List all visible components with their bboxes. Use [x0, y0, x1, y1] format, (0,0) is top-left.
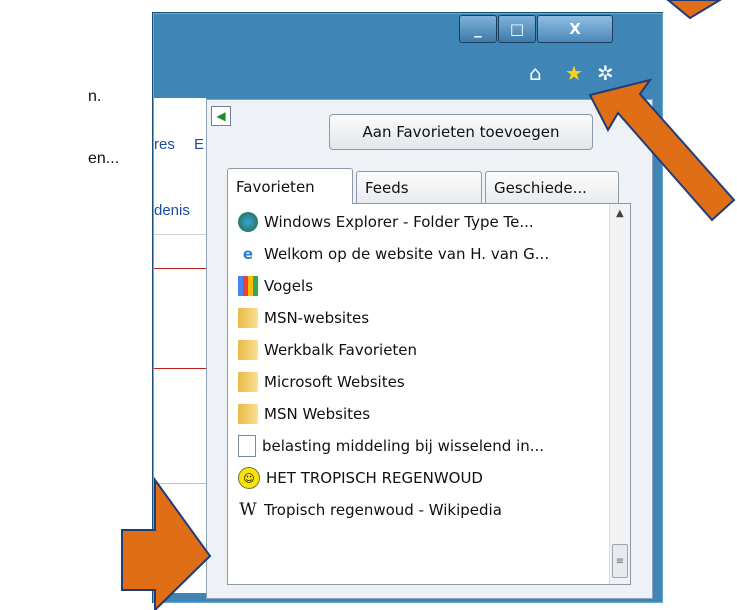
add-to-favorites-button[interactable]: Aan Favorieten toevoegen: [329, 114, 593, 150]
list-item-label: Vogels: [264, 277, 314, 295]
smiley-icon: ☺: [238, 467, 260, 489]
page-icon: [238, 435, 256, 457]
list-item[interactable]: e Welkom op de website van H. van G...: [238, 240, 549, 268]
close-button[interactable]: X: [537, 15, 613, 43]
divider: [154, 234, 206, 235]
list-item-label: MSN Websites: [264, 405, 371, 423]
list-item-label: Welkom op de website van H. van G...: [264, 245, 550, 263]
list-item[interactable]: W Tropisch regenwoud - Wikipedia: [238, 496, 502, 524]
list-item[interactable]: Vogels: [238, 272, 313, 300]
tab-feeds[interactable]: Feeds: [356, 171, 482, 203]
list-item[interactable]: MSN Websites: [238, 400, 370, 428]
minimize-button[interactable]: _: [459, 15, 497, 43]
wikipedia-icon: W: [239, 500, 257, 520]
ie-icon: e: [242, 245, 254, 263]
background-text-2: en...: [88, 150, 120, 167]
list-item[interactable]: ☺ HET TROPISCH REGENWOUD: [238, 464, 483, 492]
favorites-panel: ◀ Aan Favorieten toevoegen Favorieten Fe…: [206, 99, 653, 599]
tab-favorites[interactable]: Favorieten: [227, 168, 353, 204]
gear-icon[interactable]: ✲: [597, 61, 614, 85]
background-text-1: n.: [88, 88, 102, 105]
list-item[interactable]: MSN-websites: [238, 304, 369, 332]
folder-icon: [238, 404, 258, 424]
folder-icon: [238, 308, 258, 328]
list-item-label: Tropisch regenwoud - Wikipedia: [264, 501, 502, 519]
tab-history[interactable]: Geschiede...: [485, 171, 619, 203]
list-item-label: Werkbalk Favorieten: [264, 341, 418, 359]
pin-favorites-center-icon[interactable]: ◀: [211, 106, 231, 126]
star-icon[interactable]: ★: [565, 61, 583, 85]
list-item-label: belasting middeling bij wisselend in...: [262, 437, 545, 455]
list-item[interactable]: Windows Explorer - Folder Type Te...: [238, 208, 534, 236]
list-item-label: Microsoft Websites: [264, 373, 405, 391]
home-icon[interactable]: ⌂: [529, 61, 542, 85]
list-item-label: Windows Explorer - Folder Type Te...: [264, 213, 534, 231]
list-item-label: HET TROPISCH REGENWOUD: [266, 469, 483, 487]
scrollbar[interactable]: ▲ ≡: [609, 204, 630, 584]
content-link-res[interactable]: res: [154, 136, 175, 153]
arrow-top-right: [666, 0, 722, 20]
red-rule-1: [154, 268, 206, 269]
page-content: res E denis: [154, 98, 206, 593]
google-icon: [238, 276, 258, 296]
content-link-denis[interactable]: denis: [154, 202, 190, 219]
list-item[interactable]: Werkbalk Favorieten: [238, 336, 417, 364]
list-item[interactable]: belasting middeling bij wisselend in...: [238, 432, 544, 460]
browser-window: _ □ X ⌂ ★ ✲ res E denis ◀ Aan Favorieten…: [152, 12, 663, 603]
browser-icon: [238, 212, 258, 232]
scroll-up-icon[interactable]: ▲: [616, 208, 624, 219]
folder-icon: [238, 340, 258, 360]
folder-icon: [238, 372, 258, 392]
list-item[interactable]: Microsoft Websites: [238, 368, 405, 396]
red-rule-2: [154, 368, 206, 369]
list-item-label: MSN-websites: [264, 309, 370, 327]
divider-bottom: [154, 483, 206, 484]
maximize-button[interactable]: □: [498, 15, 536, 43]
content-link-e[interactable]: E: [194, 136, 204, 153]
scroll-thumb[interactable]: ≡: [612, 544, 628, 578]
favorites-list: Windows Explorer - Folder Type Te... e W…: [227, 203, 631, 585]
